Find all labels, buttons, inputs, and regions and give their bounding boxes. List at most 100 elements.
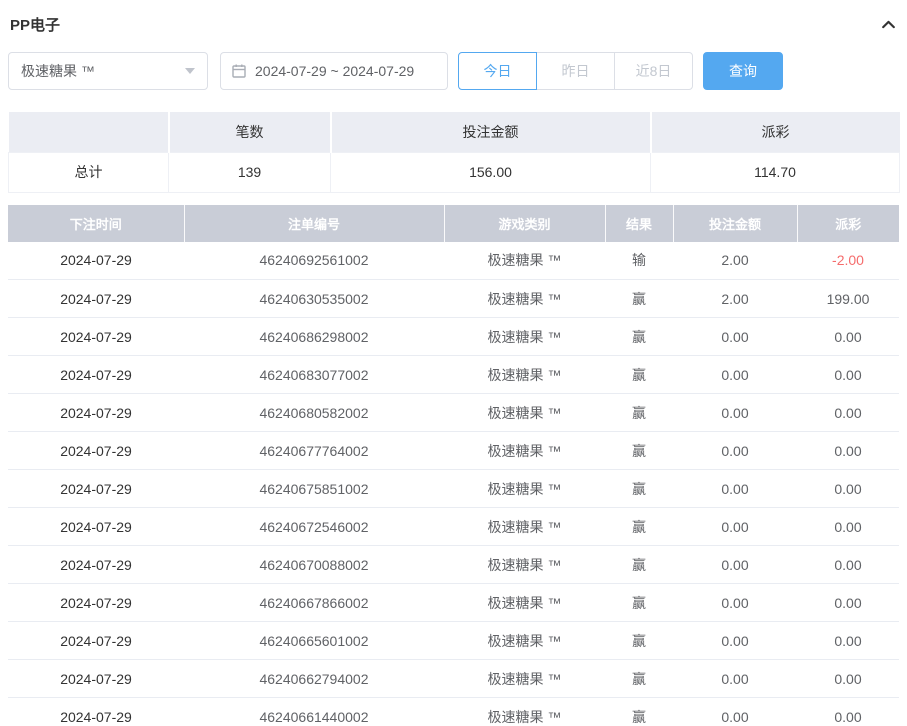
summary-header-payout: 派彩 [651, 112, 900, 152]
game-category: 极速糖果 ™ [444, 660, 605, 698]
header-bet-amount: 投注金额 [673, 205, 797, 242]
bet-records-table: 下注时间 注单编号 游戏类别 结果 投注金额 派彩 2024-07-29 462… [8, 205, 899, 726]
payout-amount: 0.00 [797, 356, 899, 394]
summary-header-bet-amount: 投注金额 [331, 112, 651, 152]
summary-total-payout: 114.70 [651, 152, 900, 192]
payout-amount: 0.00 [797, 432, 899, 470]
pp-electronic-panel: PP电子 极速糖果 ™ 2024-07-29 ~ 2024-07-29 今日 昨… [0, 0, 907, 726]
bet-result: 赢 [605, 584, 673, 622]
bet-result: 赢 [605, 660, 673, 698]
bet-result: 赢 [605, 318, 673, 356]
game-category: 极速糖果 ™ [444, 318, 605, 356]
payout-amount: 0.00 [797, 698, 899, 726]
summary-table: 笔数 投注金额 派彩 总计 139 156.00 114.70 [8, 112, 900, 193]
bet-result: 赢 [605, 394, 673, 432]
header-game-category: 游戏类别 [444, 205, 605, 242]
bet-amount: 0.00 [673, 622, 797, 660]
table-row: 2024-07-29 46240680582002 极速糖果 ™ 赢 0.00 … [8, 394, 899, 432]
game-category: 极速糖果 ™ [444, 508, 605, 546]
date-range-value: 2024-07-29 ~ 2024-07-29 [255, 63, 414, 79]
bet-date: 2024-07-29 [8, 280, 184, 318]
table-row: 2024-07-29 46240675851002 极速糖果 ™ 赢 0.00 … [8, 470, 899, 508]
payout-amount: 0.00 [797, 622, 899, 660]
bet-amount: 0.00 [673, 432, 797, 470]
order-id: 46240670088002 [184, 546, 444, 584]
bet-table-body: 2024-07-29 46240692561002 极速糖果 ™ 输 2.00 … [8, 242, 899, 726]
summary-header-count: 笔数 [169, 112, 331, 152]
bet-date: 2024-07-29 [8, 432, 184, 470]
yesterday-button[interactable]: 昨日 [536, 52, 615, 90]
game-category: 极速糖果 ™ [444, 470, 605, 508]
order-id: 46240683077002 [184, 356, 444, 394]
game-category: 极速糖果 ™ [444, 622, 605, 660]
table-row: 2024-07-29 46240692561002 极速糖果 ™ 输 2.00 … [8, 242, 899, 280]
table-row: 2024-07-29 46240683077002 极速糖果 ™ 赢 0.00 … [8, 356, 899, 394]
bet-date: 2024-07-29 [8, 698, 184, 726]
payout-amount: 0.00 [797, 394, 899, 432]
last-8-days-button[interactable]: 近8日 [614, 52, 693, 90]
bet-amount: 2.00 [673, 280, 797, 318]
collapse-chevron-up-icon[interactable] [880, 16, 897, 33]
bet-date: 2024-07-29 [8, 660, 184, 698]
quick-range-button-group: 今日 昨日 近8日 [458, 52, 693, 90]
order-id: 46240630535002 [184, 280, 444, 318]
order-id: 46240680582002 [184, 394, 444, 432]
summary-total-row: 总计 139 156.00 114.70 [9, 152, 900, 192]
order-id: 46240661440002 [184, 698, 444, 726]
game-category: 极速糖果 ™ [444, 280, 605, 318]
bet-date: 2024-07-29 [8, 508, 184, 546]
header-payout: 派彩 [797, 205, 899, 242]
bet-amount: 0.00 [673, 394, 797, 432]
bet-result: 赢 [605, 356, 673, 394]
bet-amount: 0.00 [673, 584, 797, 622]
search-button[interactable]: 查询 [703, 52, 783, 90]
payout-amount: -2.00 [797, 242, 899, 280]
bet-date: 2024-07-29 [8, 394, 184, 432]
payout-amount: 0.00 [797, 470, 899, 508]
filter-bar: 极速糖果 ™ 2024-07-29 ~ 2024-07-29 今日 昨日 近8日… [8, 52, 899, 90]
table-row: 2024-07-29 46240662794002 极速糖果 ™ 赢 0.00 … [8, 660, 899, 698]
bet-amount: 0.00 [673, 660, 797, 698]
summary-header-row: 笔数 投注金额 派彩 [9, 112, 900, 152]
bet-result: 赢 [605, 280, 673, 318]
summary-header-empty [9, 112, 169, 152]
header-bet-time: 下注时间 [8, 205, 184, 242]
bet-table-header-row: 下注时间 注单编号 游戏类别 结果 投注金额 派彩 [8, 205, 899, 242]
bet-amount: 0.00 [673, 318, 797, 356]
bet-amount: 2.00 [673, 242, 797, 280]
bet-amount: 0.00 [673, 698, 797, 726]
bet-date: 2024-07-29 [8, 546, 184, 584]
payout-amount: 0.00 [797, 584, 899, 622]
chevron-down-icon [185, 68, 195, 74]
bet-date: 2024-07-29 [8, 470, 184, 508]
table-row: 2024-07-29 46240665601002 极速糖果 ™ 赢 0.00 … [8, 622, 899, 660]
today-button[interactable]: 今日 [458, 52, 537, 90]
game-category: 极速糖果 ™ [444, 356, 605, 394]
order-id: 46240677764002 [184, 432, 444, 470]
summary-row-label: 总计 [9, 152, 169, 192]
order-id: 46240665601002 [184, 622, 444, 660]
game-select[interactable]: 极速糖果 ™ [8, 52, 208, 90]
page-title: PP电子 [10, 14, 60, 35]
bet-date: 2024-07-29 [8, 584, 184, 622]
bet-result: 赢 [605, 508, 673, 546]
header-result: 结果 [605, 205, 673, 242]
summary-total-count: 139 [169, 152, 331, 192]
summary-total-bet: 156.00 [331, 152, 651, 192]
bet-result: 赢 [605, 622, 673, 660]
bet-result: 赢 [605, 432, 673, 470]
table-row: 2024-07-29 46240686298002 极速糖果 ™ 赢 0.00 … [8, 318, 899, 356]
table-row: 2024-07-29 46240661440002 极速糖果 ™ 赢 0.00 … [8, 698, 899, 726]
payout-amount: 0.00 [797, 546, 899, 584]
bet-date: 2024-07-29 [8, 242, 184, 280]
table-row: 2024-07-29 46240630535002 极速糖果 ™ 赢 2.00 … [8, 280, 899, 318]
bet-result: 赢 [605, 698, 673, 726]
bet-amount: 0.00 [673, 470, 797, 508]
bet-result: 赢 [605, 470, 673, 508]
game-category: 极速糖果 ™ [444, 394, 605, 432]
order-id: 46240662794002 [184, 660, 444, 698]
game-category: 极速糖果 ™ [444, 242, 605, 280]
date-range-input[interactable]: 2024-07-29 ~ 2024-07-29 [220, 52, 448, 90]
bet-amount: 0.00 [673, 356, 797, 394]
order-id: 46240686298002 [184, 318, 444, 356]
